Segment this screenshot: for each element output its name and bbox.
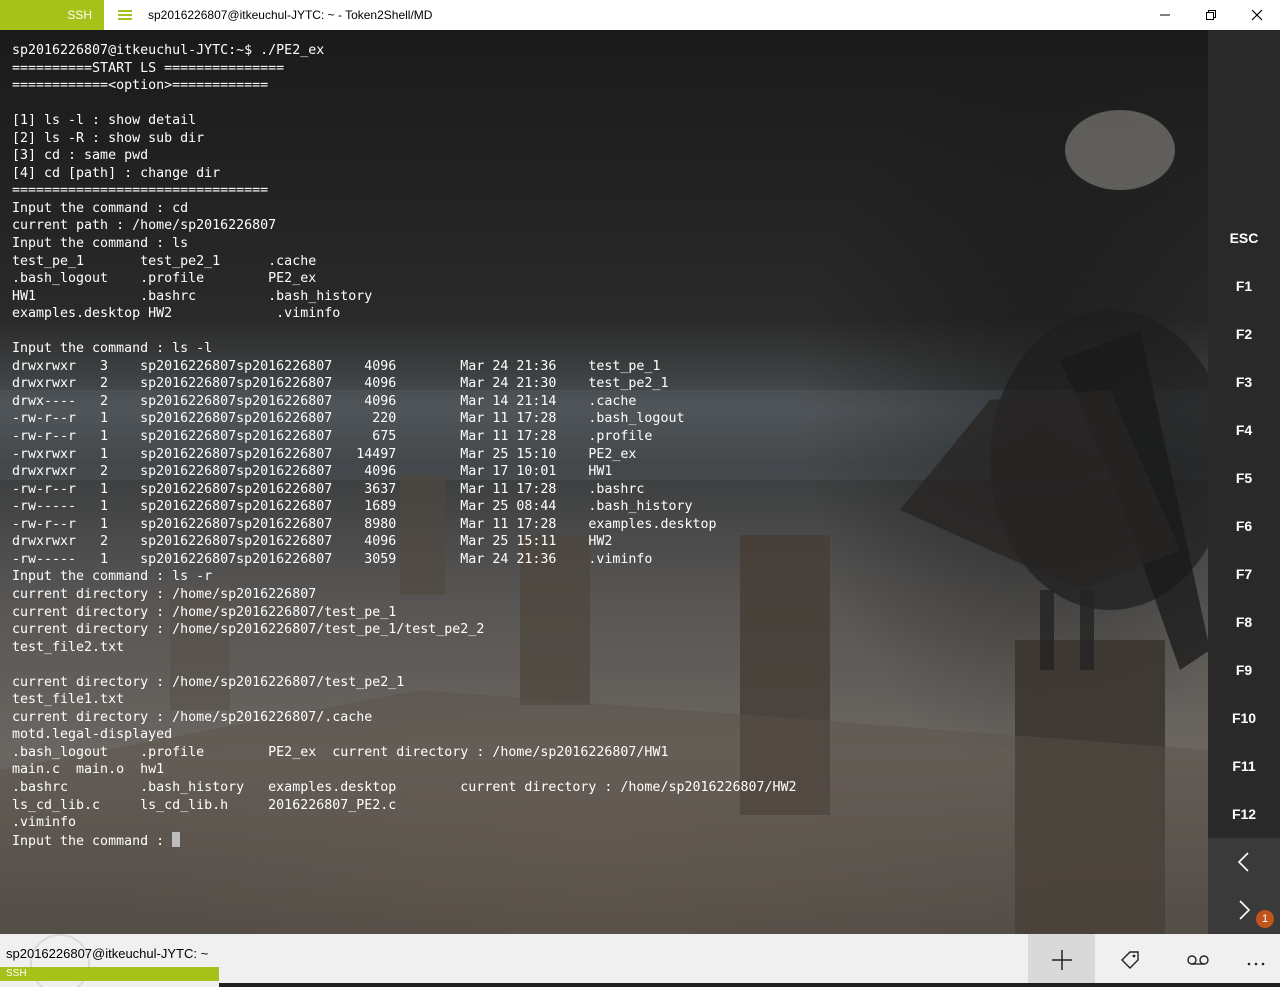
terminal-line: test_file2.txt [12,639,125,655]
chevron-right-icon [1239,900,1251,920]
terminal-line: Input the command : ls -r [12,569,213,585]
f7-key[interactable]: F7 [1208,554,1280,594]
terminal-line: current directory : /home/sp2016226807/t… [12,622,485,638]
terminal-line: drwxrwxr 3 sp2016226807sp2016226807 4096… [12,358,661,374]
terminal-line: current directory : /home/sp2016226807/t… [12,604,397,620]
terminal-line: drwx---- 2 sp2016226807sp2016226807 4096… [12,393,637,409]
f1-key[interactable]: F1 [1208,266,1280,306]
terminal-line: sp2016226807@itkeuchul-JYTC:~$ ./PE2_ex [12,43,325,58]
terminal-line: ================================ [12,183,269,199]
f5-key[interactable]: F5 [1208,458,1280,498]
terminal-line: -rw----- 1 sp2016226807sp2016226807 1689… [12,499,693,515]
f2-key[interactable]: F2 [1208,314,1280,354]
ssh-tag: SSH [0,0,104,30]
hamburger-icon[interactable] [112,6,138,24]
f9-key[interactable]: F9 [1208,650,1280,690]
close-button[interactable] [1234,0,1280,30]
tag-button[interactable] [1096,934,1163,987]
session-tab[interactable]: sp2016226807@itkeuchul-JYTC: ~ SSH [0,934,219,987]
notification-badge: 1 [1256,910,1274,928]
terminal-line: .bashrc .bash_history examples.desktop c… [12,779,797,795]
minimize-button[interactable] [1142,0,1188,30]
window-title: sp2016226807@itkeuchul-JYTC: ~ - Token2S… [148,8,433,22]
more-icon [1247,962,1265,966]
terminal-line: current path : /home/sp2016226807 [12,218,277,234]
terminal-line: Input the command : ls -l [12,341,213,357]
terminal-line: [4] cd [path] : change dir [12,165,221,181]
voicemail-button[interactable] [1164,934,1231,987]
f6-key[interactable]: F6 [1208,506,1280,546]
terminal-line: ==========START LS =============== [12,60,285,76]
terminal-output: sp2016226807@itkeuchul-JYTC:~$ ./PE2_ex =… [12,42,797,849]
terminal-line: .viminfo [12,815,77,831]
terminal-line: -rw----- 1 sp2016226807sp2016226807 3059… [12,551,653,567]
voicemail-icon [1187,955,1209,965]
restore-button[interactable] [1188,0,1234,30]
terminal-area[interactable]: sp2016226807@itkeuchul-JYTC:~$ ./PE2_ex =… [0,30,1208,934]
terminal-cursor [172,831,181,847]
more-button[interactable] [1222,934,1280,987]
terminal-line: current directory : /home/sp2016226807/t… [12,674,405,690]
terminal-line: current directory : /home/sp2016226807/.… [12,709,373,725]
f4-key[interactable]: F4 [1208,410,1280,450]
terminal-line: -rw-r--r 1 sp2016226807sp2016226807 675 … [12,429,653,445]
terminal-line: [1] ls -l : show detail [12,113,197,129]
chevron-left-icon [1237,852,1249,872]
title-bar: SSH sp2016226807@itkeuchul-JYTC: ~ - Tok… [0,0,1280,30]
terminal-line: current directory : /home/sp2016226807 [12,586,317,602]
plus-icon [1052,950,1072,970]
terminal-line: drwxrwxr 2 sp2016226807sp2016226807 4096… [12,376,669,392]
f11-key[interactable]: F11 [1208,746,1280,786]
session-ssh-tag: SSH [0,967,219,981]
session-title: sp2016226807@itkeuchul-JYTC: ~ [6,946,209,961]
terminal-line: motd.legal-displayed [12,727,173,743]
terminal-line: Input the command : [12,831,797,850]
restore-icon [1206,10,1216,20]
prev-button[interactable] [1208,838,1280,886]
terminal-line: -rw-r--r 1 sp2016226807sp2016226807 8980… [12,516,717,532]
terminal-line: .bash_logout .profile PE2_ex [12,271,317,287]
terminal-line: HW1 .bashrc .bash_history [12,288,373,304]
terminal-line: .bash_logout .profile PE2_ex current dir… [12,744,669,760]
esc-key[interactable]: ESC [1208,218,1280,258]
terminal-line: test_file1.txt [12,692,125,708]
terminal-line: -rw-r--r 1 sp2016226807sp2016226807 220 … [12,411,685,427]
new-session-button[interactable] [1028,934,1095,987]
terminal-line: Input the command : ls [12,236,189,252]
minimize-icon [1160,14,1170,16]
terminal-line: -rwxrwxr 1 sp2016226807sp2016226807 1449… [12,446,637,462]
terminal-line: ============<option>============ [12,78,269,94]
terminal-line: drwxrwxr 2 sp2016226807sp2016226807 4096… [12,464,613,480]
tag-icon [1121,951,1139,969]
terminal-line: Input the command : cd [12,200,189,216]
close-icon [1251,9,1263,21]
bottom-bar: sp2016226807@itkeuchul-JYTC: ~ SSH [0,934,1280,987]
bottom-divider [219,983,1280,987]
function-key-panel: ESC F1 F2 F3 F4 F5 F6 F7 F8 F9 F10 F11 F… [1208,30,1280,934]
f3-key[interactable]: F3 [1208,362,1280,402]
terminal-line: examples.desktop HW2 .viminfo [12,306,341,322]
f8-key[interactable]: F8 [1208,602,1280,642]
terminal-line: drwxrwxr 2 sp2016226807sp2016226807 4096… [12,534,613,550]
terminal-line: [2] ls -R : show sub dir [12,130,205,146]
f10-key[interactable]: F10 [1208,698,1280,738]
terminal-line: ls_cd_lib.c ls_cd_lib.h 2016226807_PE2.c [12,797,397,813]
terminal-line: main.c main.o hw1 [12,762,165,778]
terminal-line: test_pe_1 test_pe2_1 .cache [12,253,317,269]
terminal-line: -rw-r--r 1 sp2016226807sp2016226807 3637… [12,481,645,497]
f12-key[interactable]: F12 [1208,794,1280,834]
terminal-line: [3] cd : same pwd [12,148,149,164]
